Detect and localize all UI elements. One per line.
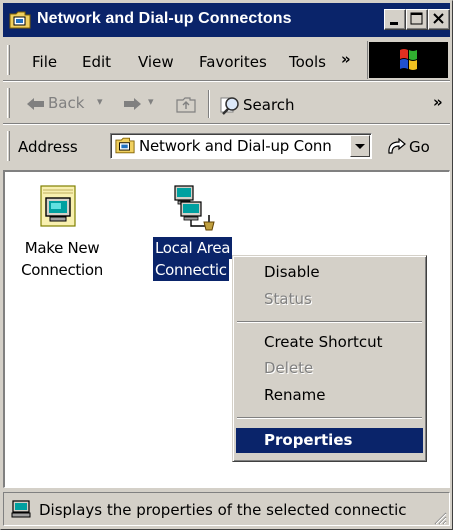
windows-logo-throbber	[369, 42, 448, 78]
menu-view[interactable]: View	[138, 53, 174, 71]
status-text: Displays the properties of the selected …	[39, 501, 407, 519]
title-bar[interactable]: Network and Dial-up Connectons	[3, 3, 450, 37]
make-new-connection-label[interactable]: Make New Connection	[10, 237, 114, 281]
back-button[interactable]: Back ▾	[26, 94, 116, 116]
up-folder-icon[interactable]	[176, 96, 196, 114]
local-area-connection-label[interactable]: Local Area Connectic	[153, 237, 237, 281]
toolbar-overflow-chevron-icon[interactable]: »	[433, 93, 443, 111]
resize-grip-icon[interactable]	[433, 511, 447, 525]
menu-tools[interactable]: Tools	[289, 53, 326, 71]
forward-button[interactable]: ▾	[122, 94, 168, 116]
menu-divider	[367, 41, 368, 79]
menu-bar: File Edit View Favorites Tools »	[3, 40, 450, 80]
go-label: Go	[409, 138, 430, 156]
network-folder-icon	[115, 136, 135, 155]
maximize-button[interactable]	[406, 9, 428, 30]
status-bar: Displays the properties of the selected …	[3, 490, 450, 528]
close-button[interactable]	[428, 9, 450, 30]
icon-label-line: Connection	[21, 261, 103, 279]
context-menu-disable[interactable]: Disable	[236, 260, 423, 285]
context-menu-properties[interactable]: Properties	[236, 428, 423, 453]
search-button[interactable]: Search	[219, 93, 319, 117]
address-dropdown-button[interactable]	[350, 135, 370, 157]
address-value: Network and Dial-up Conn	[139, 137, 332, 155]
menu-bar-grip[interactable]	[7, 45, 10, 75]
menu-file[interactable]: File	[32, 53, 57, 71]
local-area-connection-icon[interactable]	[171, 184, 219, 232]
toolbar-divider-highlight	[209, 90, 210, 118]
network-status-icon	[11, 499, 33, 519]
menu-favorites[interactable]: Favorites	[199, 53, 267, 71]
context-menu-create-shortcut[interactable]: Create Shortcut	[236, 330, 423, 355]
back-dropdown-icon[interactable]: ▾	[97, 95, 103, 108]
icon-label-line: Local Area	[153, 237, 233, 259]
explorer-window: Network and Dial-up Connectons File Edit…	[0, 0, 453, 530]
context-menu-delete: Delete	[264, 359, 314, 377]
make-new-connection-icon[interactable]	[37, 184, 85, 232]
address-bar: Address Network and Dial-up Conn Go	[3, 126, 450, 166]
back-label: Back	[48, 94, 85, 112]
address-label: Address	[18, 138, 78, 156]
address-bar-grip[interactable]	[7, 131, 10, 161]
context-menu-separator	[237, 321, 422, 323]
context-menu-rename[interactable]: Rename	[236, 383, 423, 408]
bar-separator	[3, 123, 450, 125]
menu-overflow-chevron-icon[interactable]: »	[341, 50, 351, 68]
context-menu: Disable Status Create Shortcut Delete Re…	[232, 255, 427, 462]
toolbar-grip[interactable]	[7, 88, 10, 118]
network-folder-icon	[9, 10, 31, 30]
menu-edit[interactable]: Edit	[82, 53, 111, 71]
minimize-button[interactable]	[384, 9, 406, 30]
standard-toolbar: Back ▾ ▾ Search »	[3, 83, 450, 123]
go-button[interactable]: Go	[385, 135, 445, 159]
bar-separator	[3, 80, 450, 82]
context-menu-separator	[237, 417, 422, 419]
icon-label-line: Make New	[24, 239, 100, 257]
address-input[interactable]: Network and Dial-up Conn	[110, 133, 372, 159]
forward-dropdown-icon[interactable]: ▾	[148, 95, 154, 108]
icon-label-line: Connectic	[153, 259, 229, 281]
context-menu-status: Status	[264, 290, 312, 308]
window-title: Network and Dial-up Connectons	[37, 10, 292, 27]
search-label: Search	[243, 96, 295, 114]
